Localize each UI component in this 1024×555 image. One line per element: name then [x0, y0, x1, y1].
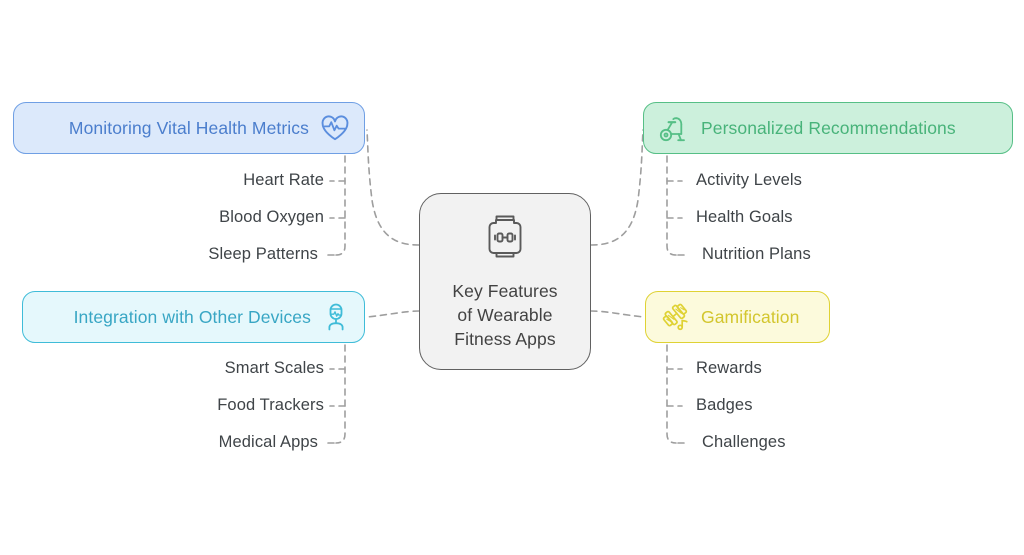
sub-item-health-goals[interactable]: Health Goals: [696, 208, 793, 227]
sub-item-medical-apps[interactable]: Medical Apps: [219, 433, 318, 452]
sub-item-blood-oxygen[interactable]: Blood Oxygen: [219, 208, 324, 227]
connector-center-gamification: [590, 310, 645, 318]
spine-integration: [335, 344, 346, 444]
heart-pulse-icon: [320, 114, 350, 142]
sub-item-activity-levels[interactable]: Activity Levels: [696, 171, 802, 190]
branch-node-monitoring[interactable]: Monitoring Vital Health Metrics: [13, 102, 365, 154]
sub-item-sleep-patterns[interactable]: Sleep Patterns: [208, 245, 318, 264]
sub-item-rewards[interactable]: Rewards: [696, 359, 762, 378]
mindmap-canvas: Key Features of Wearable Fitness Apps Mo…: [0, 0, 1024, 555]
spine-personalized: [666, 155, 677, 256]
sub-item-smart-scales[interactable]: Smart Scales: [225, 359, 324, 378]
stethoscope-icon: [322, 302, 350, 332]
dumbbells-icon: [660, 302, 690, 332]
branch-label-personalized: Personalized Recommendations: [701, 117, 956, 138]
center-node[interactable]: Key Features of Wearable Fitness Apps: [419, 193, 591, 370]
connector-center-integration: [366, 310, 420, 318]
branch-node-personalized[interactable]: Personalized Recommendations: [643, 102, 1013, 154]
sub-item-heart-rate[interactable]: Heart Rate: [243, 171, 324, 190]
center-title-line-1: Key Features: [452, 280, 558, 301]
connector-center-personalized: [590, 129, 644, 246]
center-title-line-3: Fitness Apps: [454, 328, 556, 349]
sub-item-nutrition-plans[interactable]: Nutrition Plans: [702, 245, 811, 264]
connector-center-monitoring: [366, 129, 420, 246]
center-title-line-2: of Wearable: [457, 304, 553, 325]
smartwatch-dumbbell-icon: [482, 213, 528, 268]
spine-monitoring: [335, 155, 346, 256]
branch-label-monitoring: Monitoring Vital Health Metrics: [68, 117, 309, 138]
spine-gamification: [666, 344, 677, 444]
exercise-bike-icon: [658, 113, 690, 143]
branch-label-integration: Integration with Other Devices: [73, 306, 311, 327]
branch-node-gamification[interactable]: Gamification: [645, 291, 830, 343]
sub-item-food-trackers[interactable]: Food Trackers: [217, 396, 324, 415]
center-node-title: Key Features of Wearable Fitness Apps: [452, 279, 557, 351]
sub-item-challenges[interactable]: Challenges: [702, 433, 786, 452]
branch-node-integration[interactable]: Integration with Other Devices: [22, 291, 365, 343]
branch-label-gamification: Gamification: [701, 306, 800, 327]
sub-item-badges[interactable]: Badges: [696, 396, 753, 415]
